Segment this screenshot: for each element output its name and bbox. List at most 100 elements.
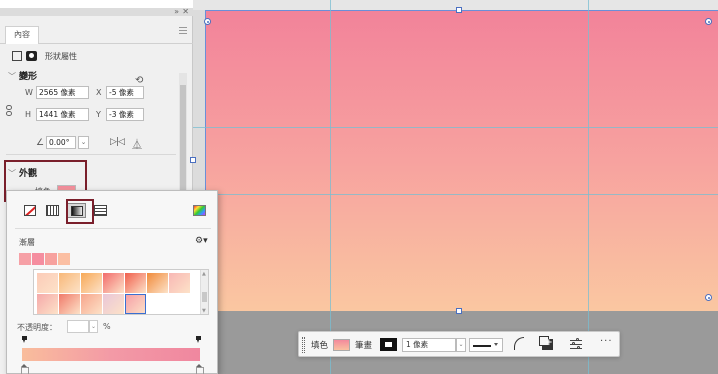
corner-radius-handle-top-left[interactable]	[204, 18, 211, 25]
stroke-width-dropdown-icon[interactable]: ⌄	[456, 338, 466, 352]
mode-label: 形狀屬性	[45, 51, 77, 61]
gradient-preset-swatch[interactable]	[81, 273, 102, 293]
flip-vertical-icon[interactable]: ⏅	[132, 136, 142, 151]
sliders-icon[interactable]	[570, 338, 582, 350]
canvas-area[interactable]	[190, 0, 718, 374]
transform-section-header[interactable]: ﹀ 變形	[8, 69, 37, 82]
opacity-unit: %	[103, 322, 111, 331]
artboard-icon[interactable]	[12, 51, 22, 61]
app-window: » ✕ 內容 形狀屬性 ﹀ 變形 ⟲ W 2565 像素 X -5 像素 H 14…	[0, 0, 718, 374]
y-field[interactable]: -3 像素	[106, 108, 144, 121]
toolbar-stroke-label: 筆畫	[355, 341, 373, 351]
opacity-label: 不透明度：	[17, 323, 57, 332]
gradient-preset-swatch[interactable]	[37, 294, 58, 314]
presets-scrollbar[interactable]: ▲ ▼	[200, 270, 208, 314]
toolbar-stroke-swatch[interactable]	[380, 338, 397, 351]
toolbar-fill-swatch[interactable]	[333, 339, 350, 351]
x-field[interactable]: -5 像素	[106, 86, 144, 99]
line-style-dropdown[interactable]	[469, 338, 503, 352]
gradient-preset-swatch[interactable]	[147, 273, 168, 293]
rotation-field[interactable]: 0.00°	[46, 136, 76, 149]
width-field[interactable]: 2565 像素	[36, 86, 89, 99]
fill-type-row	[21, 203, 109, 219]
panel-scrollbar-thumb[interactable]	[180, 85, 186, 205]
solid-color-button[interactable]	[44, 203, 61, 218]
section-divider	[6, 154, 176, 155]
gradient-presets-box: ▲ ▼	[33, 269, 209, 315]
gradient-slider-bar[interactable]	[22, 348, 200, 361]
recent-gradient-swatch[interactable]	[58, 253, 70, 265]
close-panel-icon[interactable]: ✕	[182, 7, 189, 16]
link-proportions-icon[interactable]	[6, 105, 13, 117]
no-fill-icon	[23, 205, 36, 216]
guide-line-vertical	[330, 0, 331, 374]
flip-horizontal-icon[interactable]: ▷|◁	[110, 137, 125, 147]
presets-scrollbar-thumb[interactable]	[202, 292, 207, 302]
fill-color-popup: 漸層 ⚙▾ ▲ ▼ 不透明度： ⌄ %	[6, 190, 218, 374]
gradient-preset-swatch[interactable]	[169, 273, 190, 293]
opacity-stop-left[interactable]	[22, 336, 27, 343]
corner-radius-handle-bottom-right[interactable]	[705, 294, 712, 301]
corner-radius-icon[interactable]	[514, 337, 524, 350]
y-label: Y	[96, 110, 101, 119]
mode-row: 形狀屬性	[12, 48, 77, 64]
shape-icon[interactable]	[26, 51, 37, 61]
color-picker-icon[interactable]	[193, 205, 206, 216]
pattern-button[interactable]	[92, 203, 109, 218]
resize-handle-left[interactable]	[190, 157, 196, 163]
panel-tab-strip: 內容	[0, 16, 193, 44]
opacity-stop-right[interactable]	[196, 336, 201, 343]
x-label: X	[96, 88, 102, 97]
highlight-annotation-box	[66, 199, 94, 224]
duplicate-icon[interactable]	[539, 336, 553, 350]
color-stop-right[interactable]	[196, 364, 204, 374]
opacity-field[interactable]	[67, 320, 89, 333]
scroll-up-icon[interactable]: ▲	[202, 271, 206, 277]
reset-icon[interactable]: ⟲	[135, 75, 143, 86]
more-options-icon[interactable]: ···	[600, 336, 613, 347]
gradient-preset-swatch[interactable]	[125, 273, 146, 293]
gradient-preset-swatch[interactable]	[125, 294, 146, 314]
collapse-panel-icon[interactable]: »	[174, 7, 179, 16]
panel-menu-icon[interactable]	[179, 27, 187, 34]
guide-line-vertical	[588, 0, 589, 374]
no-fill-button[interactable]	[21, 203, 38, 218]
gear-icon[interactable]: ⚙▾	[195, 236, 208, 246]
tab-content[interactable]: 內容	[5, 26, 39, 44]
color-swatches-icon	[46, 205, 59, 216]
rotation-dropdown-icon[interactable]: ⌄	[78, 136, 89, 149]
pattern-icon	[94, 205, 107, 216]
height-field[interactable]: 1441 像素	[36, 108, 89, 121]
gradient-preset-swatch[interactable]	[59, 273, 80, 293]
gradient-presets-grid	[37, 273, 191, 315]
drag-grip-icon[interactable]	[302, 337, 305, 353]
color-stop-left[interactable]	[21, 364, 29, 374]
recent-gradient-swatch[interactable]	[19, 253, 31, 265]
toolbar-fill-label: 填色	[311, 341, 329, 351]
gradient-preset-swatch[interactable]	[103, 273, 124, 293]
gradient-preset-swatch[interactable]	[37, 273, 58, 293]
scroll-down-icon[interactable]: ▼	[202, 308, 206, 314]
gradient-preset-swatch[interactable]	[103, 294, 124, 314]
resize-handle-top[interactable]	[456, 7, 462, 13]
selected-gradient-rectangle[interactable]	[205, 10, 718, 311]
gradient-preset-swatch[interactable]	[81, 294, 102, 314]
height-label: H	[25, 110, 32, 119]
angle-icon: ∠	[36, 138, 45, 148]
gradient-preset-swatch[interactable]	[59, 294, 80, 314]
resize-handle-bottom[interactable]	[456, 308, 462, 314]
recent-gradient-swatch[interactable]	[45, 253, 57, 265]
recent-gradient-swatch[interactable]	[32, 253, 44, 265]
guide-line-horizontal	[193, 194, 718, 195]
panel-top-bar: » ✕	[0, 7, 193, 16]
transform-title: 變形	[19, 72, 38, 82]
contextual-task-bar: 填色 筆畫 1 像素 ⌄ ···	[298, 331, 620, 357]
width-label: W	[25, 88, 33, 97]
recent-gradients-row	[19, 253, 70, 265]
stroke-width-field[interactable]: 1 像素	[402, 338, 456, 352]
chevron-down-icon[interactable]: ﹀	[8, 71, 16, 82]
corner-radius-handle-top-right[interactable]	[705, 18, 712, 25]
gradient-label: 漸層	[19, 238, 35, 247]
guide-line-horizontal	[193, 127, 718, 128]
opacity-dropdown-icon[interactable]: ⌄	[89, 320, 98, 333]
